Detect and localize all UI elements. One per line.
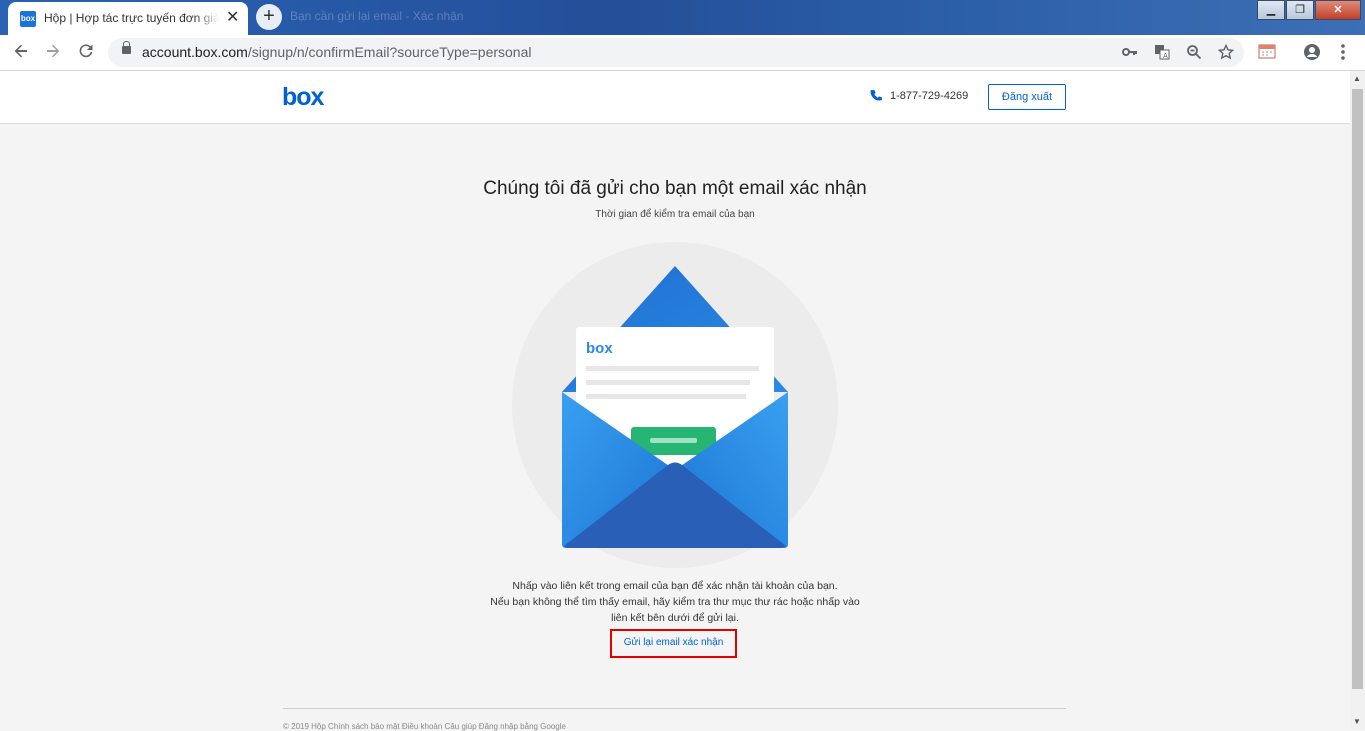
- phone-icon: [870, 89, 883, 105]
- page-subtitle: Thời gian để kiểm tra email của bạn: [595, 209, 755, 220]
- star-icon[interactable]: [1217, 43, 1235, 63]
- footer-divider: [283, 708, 1066, 709]
- page-scrollbar[interactable]: ▲ ▼: [1350, 71, 1365, 729]
- back-icon[interactable]: [12, 42, 30, 64]
- key-icon[interactable]: [1122, 44, 1138, 63]
- tab-close-icon[interactable]: ✕: [226, 9, 239, 27]
- instructions-text: Nhấp vào liên kết trong email của bạn để…: [0, 578, 1350, 626]
- tab-title: Hộp | Hợp tác trực tuyến đơn giản: [44, 11, 219, 25]
- envelope-box-logo: box: [586, 340, 613, 357]
- address-bar[interactable]: account.box.com/signup/n/confirmEmail?so…: [108, 38, 1244, 67]
- box-favicon-icon: box: [20, 11, 36, 27]
- browser-tab[interactable]: box Hộp | Hợp tác trực tuyến đơn giản ✕: [8, 2, 248, 35]
- forward-icon[interactable]: [44, 42, 62, 64]
- page-header: box 1-877-729-4269 Đăng xuất: [0, 71, 1350, 124]
- scroll-down-arrow-icon[interactable]: ▼: [1353, 717, 1361, 726]
- url-host: account.box.com: [142, 44, 248, 60]
- svg-text:A: A: [1163, 52, 1168, 60]
- scroll-up-arrow-icon[interactable]: ▲: [1353, 74, 1361, 83]
- reload-icon[interactable]: [77, 42, 95, 64]
- scroll-thumb[interactable]: [1352, 89, 1363, 689]
- instructions-line-1: Nhấp vào liên kết trong email của bạn để…: [512, 580, 838, 592]
- zoom-icon[interactable]: [1186, 44, 1202, 63]
- url-text[interactable]: account.box.com/signup/n/confirmEmail?so…: [142, 44, 532, 60]
- resend-confirmation-email-link[interactable]: Gửi lại email xác nhận: [610, 629, 737, 658]
- browser-title-bar: box Hộp | Hợp tác trực tuyến đơn giản ✕ …: [0, 0, 1365, 35]
- footer-links[interactable]: © 2019 Hộp Chính sách bảo mật Điều khoản…: [283, 722, 566, 731]
- page-title: Chúng tôi đã gửi cho bạn một email xác n…: [483, 178, 867, 199]
- background-tab[interactable]: Bạn cần gửi lại email - Xác nhận: [290, 9, 470, 23]
- new-tab-button[interactable]: +: [256, 4, 282, 30]
- box-logo[interactable]: box: [282, 83, 324, 112]
- instructions-line-3: liên kết bên dưới để gửi lại.: [611, 612, 739, 624]
- logout-button[interactable]: Đăng xuất: [988, 84, 1066, 110]
- envelope-illustration: box: [510, 240, 840, 570]
- translate-icon[interactable]: A: [1154, 44, 1170, 63]
- close-window-button[interactable]: ✕: [1315, 0, 1361, 20]
- menu-icon[interactable]: [1340, 43, 1346, 65]
- instructions-line-2: Nếu bạn không thể tìm thấy email, hãy ki…: [490, 596, 860, 608]
- calendar-extension-icon[interactable]: [1258, 43, 1276, 63]
- url-path: /signup/n/confirmEmail?sourceType=person…: [247, 44, 532, 60]
- window-controls: ▁ ❐ ✕: [1256, 0, 1361, 20]
- lock-icon[interactable]: [122, 41, 131, 54]
- profile-icon[interactable]: [1303, 43, 1321, 65]
- minimize-button[interactable]: ▁: [1257, 0, 1285, 20]
- phone-number[interactable]: 1-877-729-4269: [890, 90, 968, 102]
- maximize-button[interactable]: ❐: [1286, 0, 1314, 20]
- browser-toolbar: account.box.com/signup/n/confirmEmail?so…: [0, 35, 1365, 71]
